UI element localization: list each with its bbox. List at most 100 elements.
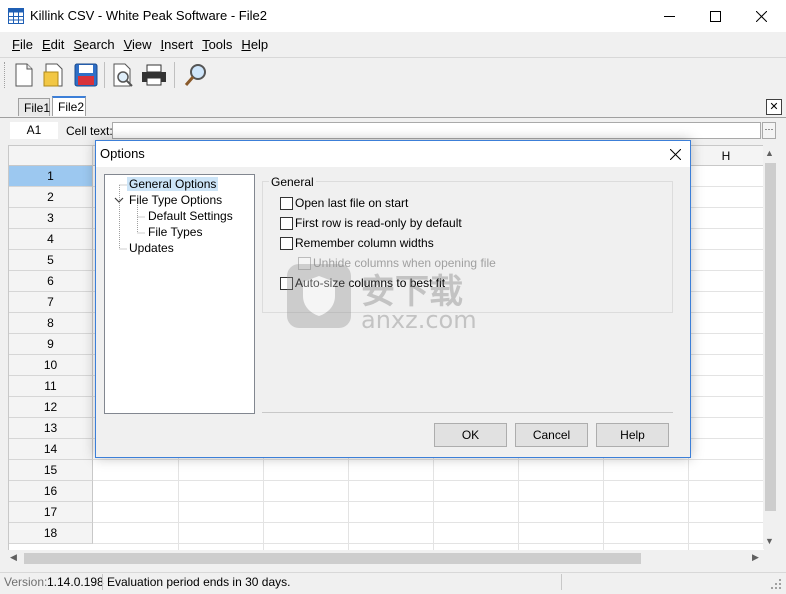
- app-grid-icon: [8, 8, 24, 24]
- file-tabs: File1 File2: [0, 96, 786, 118]
- row-header[interactable]: 16: [9, 481, 93, 502]
- open-file-icon: [43, 63, 63, 87]
- horizontal-scroll-thumb[interactable]: [24, 553, 641, 564]
- row-header[interactable]: 13: [9, 418, 93, 439]
- status-divider: [102, 574, 103, 590]
- scroll-left-icon[interactable]: ◀: [10, 552, 17, 563]
- chevron-down-icon[interactable]: [114, 196, 124, 204]
- print-preview-button[interactable]: [109, 61, 137, 89]
- save-file-icon: [74, 63, 98, 87]
- toolbar-separator: [174, 62, 175, 88]
- version-label: Version:: [4, 575, 48, 589]
- new-file-button[interactable]: [10, 61, 38, 89]
- vertical-scroll-thumb[interactable]: [765, 163, 776, 511]
- menu-edit[interactable]: Edit: [38, 37, 68, 52]
- tab-file2[interactable]: File2: [52, 96, 86, 116]
- print-button[interactable]: [140, 61, 168, 89]
- row-header[interactable]: 2: [9, 187, 93, 208]
- scroll-down-icon[interactable]: ▼: [765, 536, 774, 546]
- dialog-close-button[interactable]: [664, 144, 686, 164]
- grid-row-line: [93, 459, 764, 460]
- row-header[interactable]: 1: [9, 166, 93, 187]
- open-last-file-label: Open last file on start: [295, 196, 409, 210]
- row-header[interactable]: 12: [9, 397, 93, 418]
- tab-baseline: [0, 117, 786, 118]
- scroll-right-icon[interactable]: ▶: [752, 552, 759, 563]
- row-header[interactable]: 8: [9, 313, 93, 334]
- row-header[interactable]: 14: [9, 439, 93, 460]
- print-icon: [142, 64, 166, 86]
- close-icon: ✕: [769, 100, 779, 113]
- status-message: Evaluation period ends in 30 days.: [107, 575, 291, 589]
- column-header-h[interactable]: H: [689, 146, 764, 166]
- tree-item-file-types[interactable]: File Types: [148, 225, 202, 239]
- save-file-button[interactable]: [72, 61, 100, 89]
- resize-grip-icon[interactable]: [770, 578, 782, 590]
- row-header[interactable]: 9: [9, 334, 93, 355]
- menu-bar: File Edit Search View Insert Tools Help: [0, 32, 786, 56]
- status-divider: [561, 574, 562, 590]
- scroll-up-icon[interactable]: ▲: [765, 148, 774, 158]
- row-header[interactable]: 15: [9, 460, 93, 481]
- dialog-separator: [262, 412, 673, 413]
- menu-help[interactable]: Help: [237, 37, 272, 52]
- cell-reference: A1: [10, 122, 58, 139]
- cell-text-expand-button[interactable]: ···: [762, 122, 776, 139]
- grid-row-line: [93, 480, 764, 481]
- tree-item-general-options[interactable]: General Options: [127, 177, 219, 191]
- maximize-button[interactable]: [692, 0, 738, 32]
- remember-column-widths-checkbox[interactable]: [280, 237, 293, 250]
- menu-tools[interactable]: Tools: [198, 37, 236, 52]
- maximize-icon: [709, 10, 721, 22]
- open-last-file-checkbox[interactable]: [280, 197, 293, 210]
- menu-insert[interactable]: Insert: [157, 37, 198, 52]
- remember-column-widths-label: Remember column widths: [295, 236, 434, 250]
- toolbar-separator: [104, 62, 105, 88]
- grid-row-line: [93, 543, 764, 544]
- find-button[interactable]: [182, 61, 210, 89]
- menu-search[interactable]: Search: [69, 37, 118, 52]
- shield-icon: [287, 264, 351, 328]
- tab-file1[interactable]: File1: [18, 98, 50, 116]
- close-window-button[interactable]: [738, 0, 784, 32]
- find-icon: [184, 64, 206, 86]
- print-preview-icon: [113, 63, 133, 87]
- toolbar-grip: [4, 62, 7, 88]
- cell-text-input[interactable]: [112, 122, 761, 139]
- close-tab-button[interactable]: ✕: [766, 99, 782, 115]
- row-header[interactable]: 10: [9, 355, 93, 376]
- row-header[interactable]: 7: [9, 292, 93, 313]
- group-title: General: [269, 175, 316, 189]
- grid-row-line: [93, 501, 764, 502]
- open-file-button[interactable]: [40, 61, 68, 89]
- watermark-en-text: anxz.com: [361, 306, 477, 334]
- cell-text-label: Cell text:: [66, 124, 113, 138]
- tree-item-default-settings[interactable]: Default Settings: [148, 209, 233, 223]
- menu-view[interactable]: View: [120, 37, 156, 52]
- row-header[interactable]: 6: [9, 271, 93, 292]
- minimize-button[interactable]: [646, 0, 692, 32]
- row-header[interactable]: 5: [9, 250, 93, 271]
- window-title: Killink CSV - White Peak Software - File…: [30, 8, 267, 23]
- cancel-button[interactable]: Cancel: [515, 423, 588, 447]
- ok-button[interactable]: OK: [434, 423, 507, 447]
- dialog-title-bar: [96, 141, 690, 167]
- help-button[interactable]: Help: [596, 423, 669, 447]
- tree-item-updates[interactable]: Updates: [129, 241, 174, 255]
- row-header[interactable]: 3: [9, 208, 93, 229]
- corner-header[interactable]: [9, 146, 93, 166]
- row-header[interactable]: 18: [9, 523, 93, 544]
- first-row-readonly-label: First row is read-only by default: [295, 216, 462, 230]
- close-icon: [755, 10, 767, 22]
- first-row-readonly-checkbox[interactable]: [280, 217, 293, 230]
- row-header[interactable]: 17: [9, 502, 93, 523]
- row-header[interactable]: 4: [9, 229, 93, 250]
- tree-item-file-type-options[interactable]: File Type Options: [129, 193, 222, 207]
- version-value: 1.14.0.198: [47, 575, 104, 589]
- dialog-title: Options: [100, 146, 145, 161]
- new-file-icon: [15, 63, 33, 87]
- options-tree[interactable]: General Options File Type Options Defaul…: [104, 174, 255, 414]
- title-bar: Killink CSV - White Peak Software - File…: [0, 0, 786, 32]
- row-header[interactable]: 11: [9, 376, 93, 397]
- menu-file[interactable]: File: [8, 37, 37, 52]
